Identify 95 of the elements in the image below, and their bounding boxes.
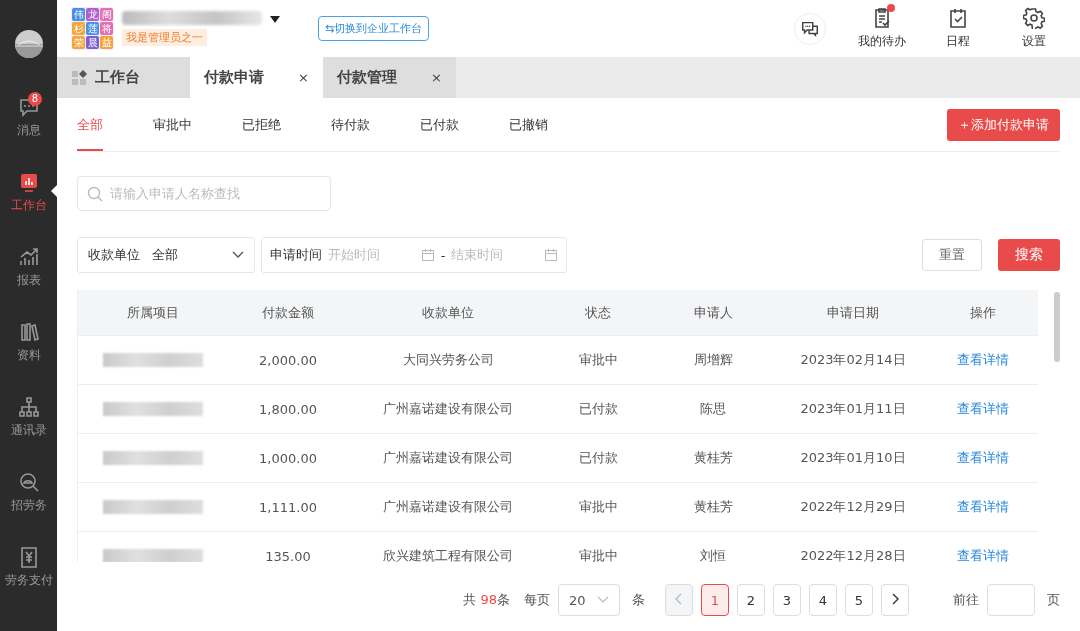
- view-details-link[interactable]: 查看详情: [957, 351, 1009, 369]
- table-cell: 已付款: [548, 433, 648, 482]
- calendar-icon: [947, 7, 969, 29]
- page-button[interactable]: 3: [773, 584, 801, 616]
- search-button[interactable]: 搜索: [998, 239, 1060, 271]
- table-cell: 2,000.00: [228, 335, 348, 384]
- next-page-button[interactable]: [881, 584, 909, 616]
- table-cell: 欣兴建筑工程有限公司: [348, 531, 548, 562]
- per-page-unit: 条: [632, 591, 645, 609]
- page-button[interactable]: 5: [845, 584, 873, 616]
- date-range-field[interactable]: 申请时间 开始时间 - 结束时间: [261, 237, 567, 273]
- header-action[interactable]: 设置: [1000, 7, 1068, 50]
- sidebar-item[interactable]: 消息 8: [0, 80, 57, 155]
- table-cell: 1,800.00: [228, 384, 348, 433]
- table-cell: 2023年01月11日: [778, 384, 928, 433]
- page-button[interactable]: 4: [809, 584, 837, 616]
- status-tab[interactable]: 审批中: [153, 98, 192, 151]
- table-cell: 2022年12月29日: [778, 482, 928, 531]
- table-cell: 刘恒: [648, 531, 778, 562]
- table-cell: 审批中: [548, 531, 648, 562]
- close-icon[interactable]: ×: [298, 70, 309, 85]
- table-cell: 审批中: [548, 482, 648, 531]
- table-cell: 已付款: [548, 384, 648, 433]
- settings-icon: [1023, 7, 1045, 29]
- sidebar-item[interactable]: 通讯录: [0, 380, 57, 455]
- status-tab[interactable]: 已付款: [420, 98, 459, 151]
- column-header: 收款单位: [348, 290, 548, 335]
- org-logo: 伟 龙 阁 杉 莲 将 荣 晨 益: [71, 7, 114, 50]
- search-person-icon: [17, 471, 40, 493]
- add-button[interactable]: ＋添加付款申请: [947, 108, 1060, 141]
- view-details-link[interactable]: 查看详情: [957, 547, 1009, 562]
- chevron-down-icon: [232, 251, 244, 259]
- column-header: 所属项目: [78, 290, 228, 335]
- column-header: 状态: [548, 290, 648, 335]
- sidebar-item[interactable]: 招劳务: [0, 455, 57, 530]
- status-tab[interactable]: 已拒绝: [242, 98, 281, 151]
- total-count: 共 98条: [463, 591, 510, 609]
- header-action[interactable]: 日程: [924, 7, 992, 50]
- chevron-down-icon: [597, 596, 609, 604]
- search-field[interactable]: 请输入申请人名称查找: [77, 176, 331, 211]
- view-details-link[interactable]: 查看详情: [957, 400, 1009, 418]
- table-cell: 2023年02月14日: [778, 335, 928, 384]
- view-details-link[interactable]: 查看详情: [957, 498, 1009, 516]
- role-badge: 我是管理员之一: [122, 29, 207, 46]
- table-cell: 1,000.00: [228, 433, 348, 482]
- page-tab[interactable]: 工作台: [57, 57, 190, 98]
- status-tab[interactable]: 待付款: [331, 98, 370, 151]
- table-cell: 广州嘉诺建设有限公司: [348, 384, 548, 433]
- per-page-label: 每页: [524, 591, 550, 609]
- view-details-link[interactable]: 查看详情: [957, 449, 1009, 467]
- sidebar-item[interactable]: 报表: [0, 230, 57, 305]
- table-cell: 2023年01月10日: [778, 433, 928, 482]
- table-cell: 广州嘉诺建设有限公司: [348, 433, 548, 482]
- trend-chart-icon: [17, 246, 40, 268]
- status-tab[interactable]: 全部: [77, 98, 103, 151]
- scrollbar[interactable]: [1054, 292, 1060, 362]
- dropdown-icon[interactable]: [270, 15, 280, 24]
- close-icon[interactable]: ×: [431, 70, 442, 85]
- table-cell: 黄桂芳: [648, 482, 778, 531]
- column-header: 付款金额: [228, 290, 348, 335]
- payee-select[interactable]: 收款单位 全部: [77, 237, 255, 273]
- page-tab[interactable]: 付款管理 ×: [323, 57, 456, 98]
- table-cell: 大同兴劳务公司: [348, 335, 548, 384]
- unread-badge: 8: [28, 92, 42, 106]
- column-header: 申请日期: [778, 290, 928, 335]
- column-header: 操作: [928, 290, 1038, 335]
- calendar-icon: [420, 248, 435, 262]
- table-cell: 陈思: [648, 384, 778, 433]
- table-cell: 周增辉: [648, 335, 778, 384]
- table-cell: 2022年12月28日: [778, 531, 928, 562]
- table-cell: 1,111.00: [228, 482, 348, 531]
- table-cell: 135.00: [228, 531, 348, 562]
- status-tab[interactable]: 已撤销: [509, 98, 548, 151]
- page-tab[interactable]: 付款申请 ×: [190, 57, 323, 98]
- reset-button[interactable]: 重置: [922, 239, 982, 271]
- switch-workspace-button[interactable]: ⇆切换到企业工作台: [318, 16, 430, 41]
- search-icon: [87, 186, 103, 202]
- org-chart-icon: [17, 396, 40, 418]
- header-action[interactable]: 我的待办: [848, 7, 916, 50]
- sidebar-item[interactable]: 工作台: [0, 155, 57, 230]
- goto-label: 前往: [953, 591, 979, 609]
- page-size-select[interactable]: 20: [558, 584, 620, 616]
- sidebar-item[interactable]: 资料: [0, 305, 57, 380]
- sidebar-item[interactable]: 劳务支付: [0, 530, 57, 605]
- table-cell: 审批中: [548, 335, 648, 384]
- page-button[interactable]: 2: [737, 584, 765, 616]
- chevron-left-icon: [675, 592, 683, 605]
- column-header: 申请人: [648, 290, 778, 335]
- page-number-field[interactable]: [987, 584, 1035, 616]
- grid-icon: [71, 69, 87, 86]
- page-unit: 页: [1047, 591, 1060, 609]
- chevron-right-icon: [891, 592, 899, 605]
- table-cell: 广州嘉诺建设有限公司: [348, 482, 548, 531]
- calendar-icon: [544, 248, 558, 262]
- table-cell: 黄桂芳: [648, 433, 778, 482]
